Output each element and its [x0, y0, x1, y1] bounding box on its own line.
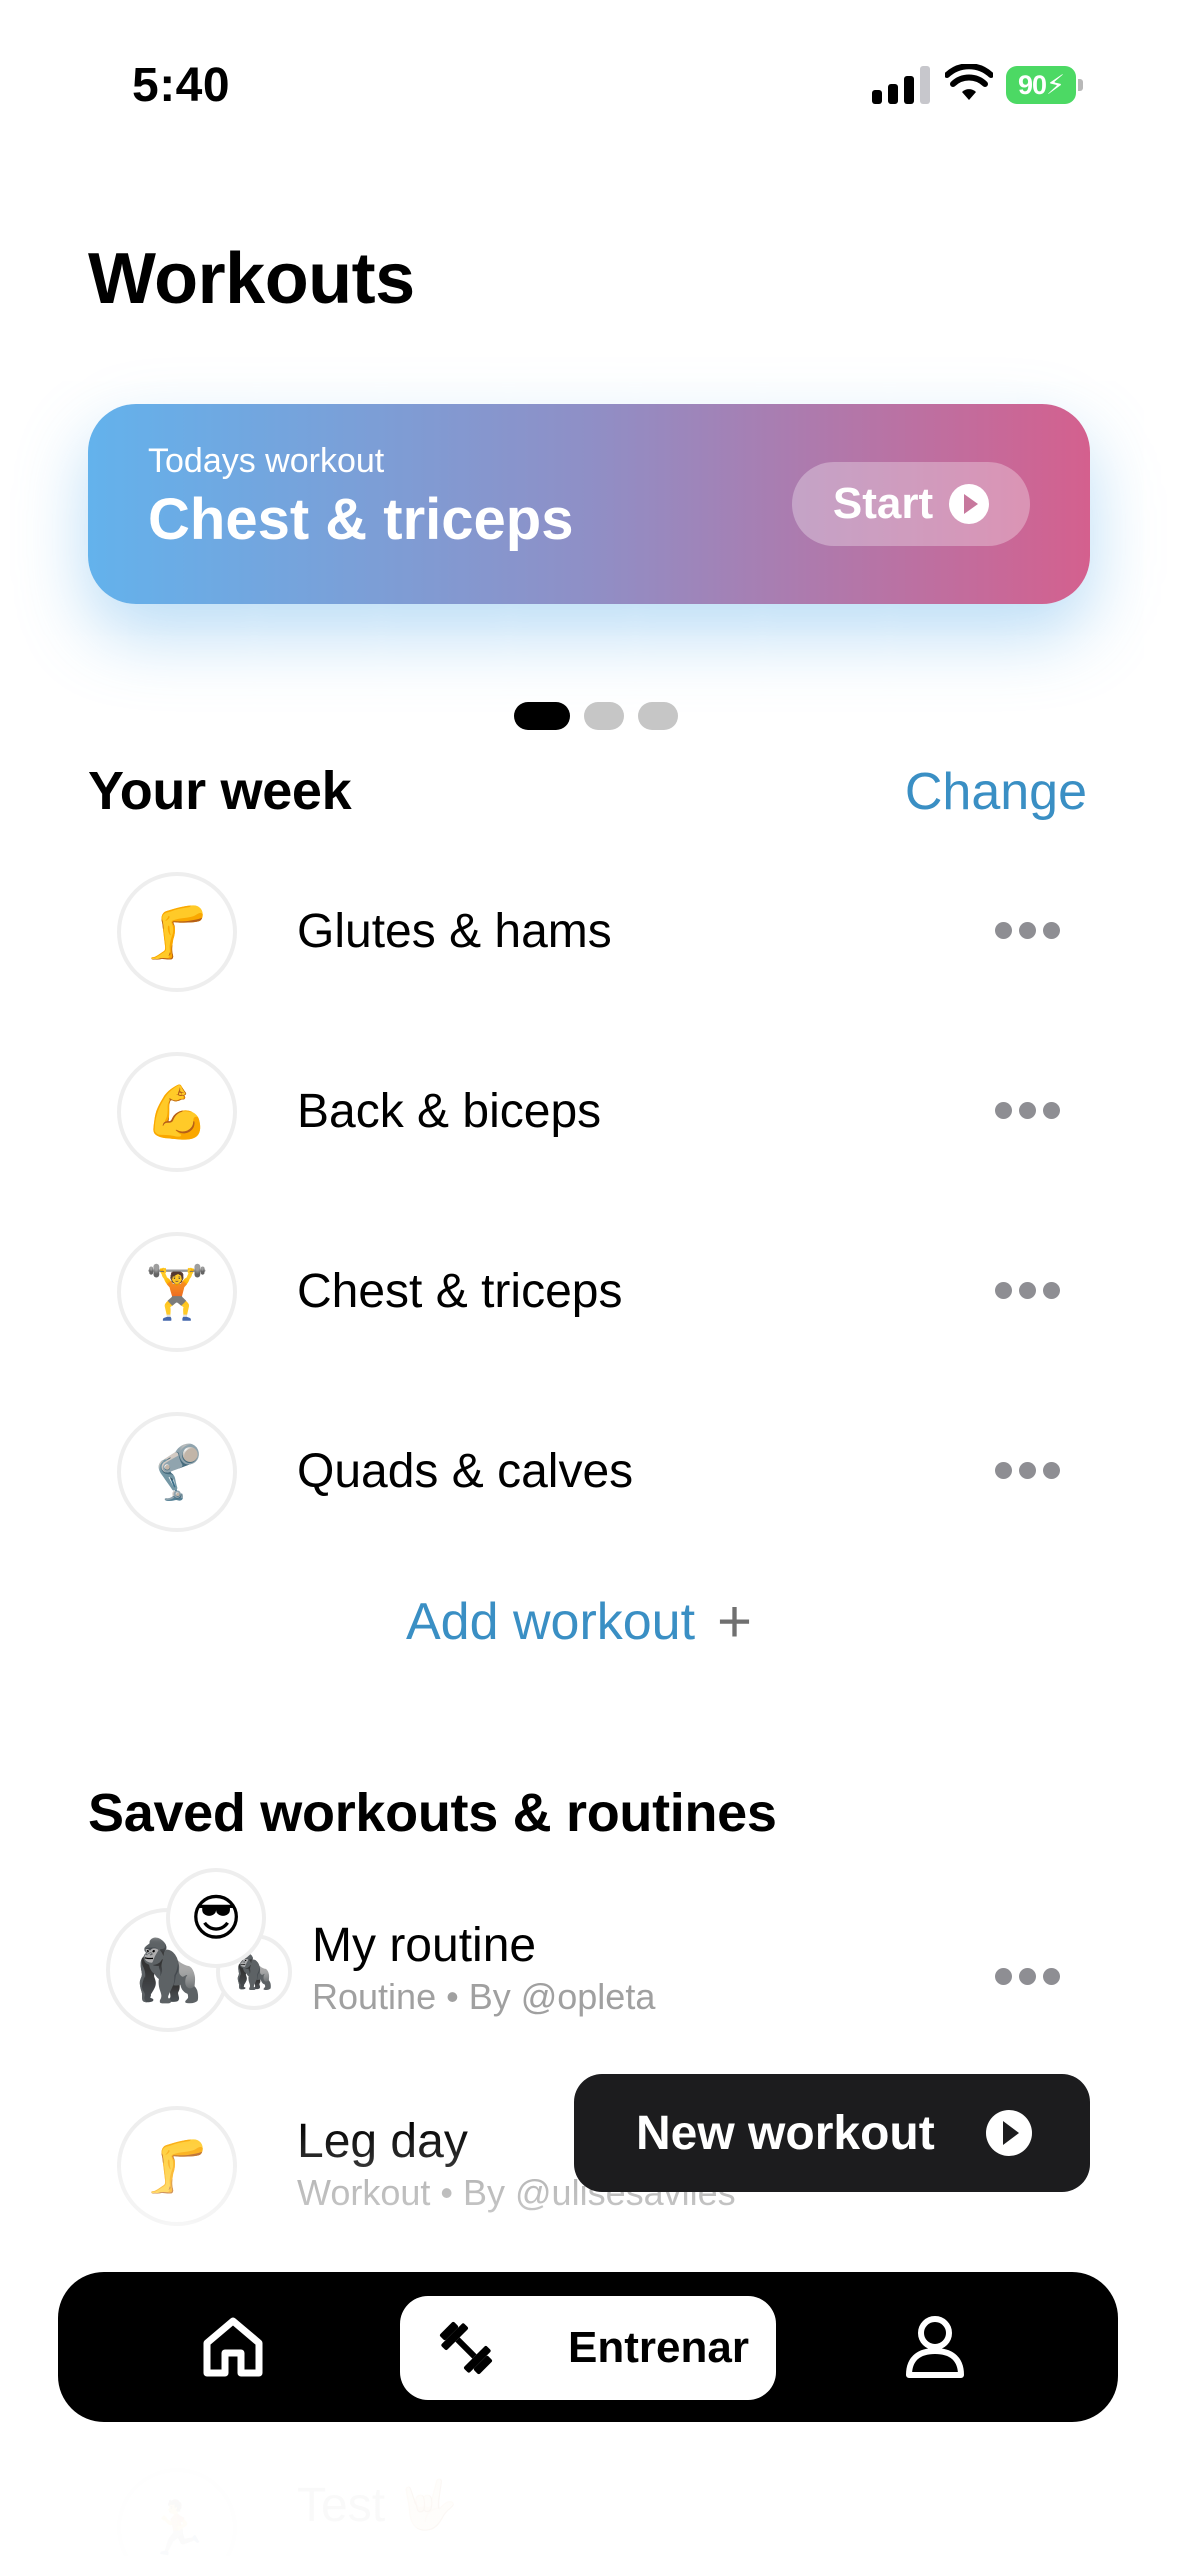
sunglasses-face-icon: 😎: [166, 1868, 266, 1968]
play-icon: [949, 484, 990, 524]
week-item-row[interactable]: 🦵 Glutes & hams: [0, 862, 1179, 1002]
week-item-row[interactable]: 🏋️ Chest & triceps: [0, 1222, 1179, 1362]
tab-profile[interactable]: [870, 2272, 1000, 2422]
runner-icon: 🏃: [117, 2468, 237, 2556]
play-icon: [986, 2110, 1032, 2156]
saved-item-meta: Routine • By @opleta: [312, 1976, 656, 2017]
pager-dot[interactable]: [638, 702, 678, 730]
week-item-label: Quads & calves: [297, 1445, 634, 1498]
tab-home[interactable]: [168, 2272, 298, 2422]
carousel-pager[interactable]: [514, 702, 714, 730]
new-workout-button[interactable]: New workout: [574, 2074, 1090, 2192]
saved-item-row-hidden[interactable]: 🏃 Test 🤟🏻: [0, 2468, 1179, 2556]
new-workout-label: New workout: [636, 2106, 935, 2160]
saved-item-row[interactable]: 🦍 🦍 😎 My routine Routine • By @opleta: [0, 1868, 1179, 2048]
saved-item-name: Test 🤟🏻: [297, 2479, 459, 2532]
week-item-label: Glutes & hams: [297, 905, 612, 958]
pager-dot[interactable]: [584, 702, 624, 730]
leg-icon: 🦵: [117, 2106, 237, 2226]
more-options-icon[interactable]: [995, 1282, 1061, 1300]
tab-train[interactable]: Entrenar: [400, 2296, 776, 2400]
more-options-icon[interactable]: [995, 922, 1061, 940]
pager-dot-active[interactable]: [514, 702, 570, 730]
dumbbell-icon: [439, 2321, 493, 2375]
todays-workout-card[interactable]: Todays workout Chest & triceps Start: [88, 404, 1090, 604]
saved-workouts-title: Saved workouts & routines: [88, 1783, 777, 1843]
week-item-label: Back & biceps: [297, 1085, 602, 1138]
more-options-icon[interactable]: [995, 1102, 1061, 1120]
tab-train-label: Entrenar: [568, 2323, 749, 2372]
your-week-title: Your week: [88, 761, 352, 821]
home-icon: [203, 2317, 263, 2377]
leg-icon: 🦵: [117, 872, 237, 992]
add-workout-label: Add workout: [406, 1593, 696, 1651]
status-time: 5:40: [132, 59, 231, 112]
change-link[interactable]: Change: [905, 762, 1087, 822]
more-options-icon[interactable]: [995, 1968, 1061, 1986]
start-button-label: Start: [832, 479, 934, 528]
flexed-biceps-icon: 💪: [117, 1052, 237, 1172]
plus-icon: +: [717, 1588, 753, 1655]
page-title: Workouts: [88, 239, 415, 319]
weightlifter-icon: 🏋️: [117, 1232, 237, 1352]
add-workout-button[interactable]: Add workout +: [406, 1592, 752, 1652]
saved-item-name: My routine: [312, 1919, 537, 1972]
week-item-label: Chest & triceps: [297, 1265, 623, 1318]
wifi-icon: [945, 64, 993, 100]
start-button[interactable]: Start: [792, 462, 1030, 546]
saved-item-name: Leg day: [297, 2115, 468, 2168]
todays-workout-title: Chest & triceps: [148, 487, 574, 552]
person-icon: [906, 2316, 964, 2378]
week-item-row[interactable]: 💪 Back & biceps: [0, 1042, 1179, 1182]
cellular-signal-icon: [872, 66, 930, 104]
week-item-row[interactable]: 🦿 Quads & calves: [0, 1402, 1179, 1542]
status-bar: 5:40 90 ⚡: [0, 0, 1179, 170]
more-options-icon[interactable]: [995, 1462, 1061, 1480]
mechanical-leg-icon: 🦿: [117, 1412, 237, 1532]
tab-bar: Entrenar: [58, 2272, 1118, 2422]
battery-charging-icon: 90 ⚡: [1006, 66, 1083, 104]
todays-workout-subtitle: Todays workout: [148, 442, 385, 480]
battery-level: 90: [1017, 69, 1047, 100]
